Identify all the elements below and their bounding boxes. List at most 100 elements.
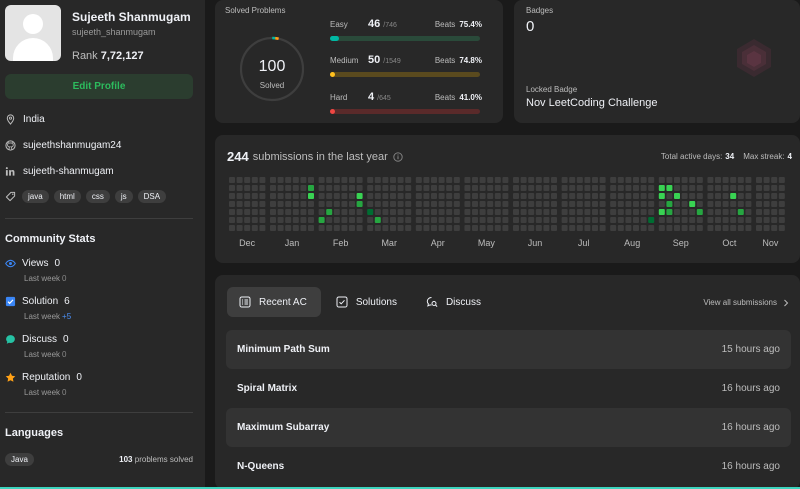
heatmap-cell [356, 193, 363, 199]
heatmap-cell [658, 225, 665, 231]
skill-tag[interactable]: java [22, 190, 49, 203]
heatmap-cell [300, 201, 307, 207]
heatmap-cell [730, 201, 737, 207]
heatmap-cell [229, 217, 235, 223]
chevron-right-icon [784, 299, 789, 306]
heatmap-cell [543, 225, 550, 231]
edit-profile-button[interactable]: Edit Profile [5, 74, 193, 99]
github-icon [5, 140, 16, 151]
heatmap-cell [737, 193, 744, 199]
problem-title[interactable]: Spiral Matrix [237, 383, 297, 394]
heatmap-cell [778, 217, 785, 223]
heatmap-cell [374, 217, 381, 223]
month-label: Aug [624, 238, 641, 248]
submission-time: 16 hours ago [721, 383, 780, 394]
stat-value: 0 [76, 372, 82, 383]
heatmap-cell [277, 209, 284, 215]
tab-recent-ac[interactable]: Recent AC [227, 287, 321, 317]
heatmap-cell [341, 209, 348, 215]
locked-badge-name[interactable]: Nov LeetCoding Challenge [526, 97, 657, 109]
github-row[interactable]: sujeethshanmugam24 [5, 139, 193, 152]
tab-label: Recent AC [259, 296, 307, 308]
language-tag[interactable]: Java [5, 453, 34, 466]
linkedin-row[interactable]: sujeeth-shanmugam [5, 165, 193, 178]
heatmap-cell [707, 185, 714, 191]
heatmap-cell [689, 225, 696, 231]
stat-value: 0 [54, 258, 61, 269]
heatmap-cell [535, 193, 542, 199]
heatmap-cell [397, 201, 404, 207]
heatmap-cell [464, 185, 471, 191]
heatmap-cell [292, 217, 299, 223]
submissions-header: 244 submissions in the last year [227, 149, 403, 164]
info-icon[interactable] [393, 151, 403, 162]
heatmap-cell [415, 193, 422, 199]
heatmap-cell [674, 185, 680, 191]
heatmap-cell [599, 177, 606, 183]
github-link[interactable]: sujeethshanmugam24 [23, 140, 121, 151]
skill-tag[interactable]: DSA [137, 190, 167, 203]
max-streak-label: Max streak: [743, 152, 785, 161]
tab-discuss[interactable]: Discuss [414, 287, 495, 317]
location-text: India [23, 114, 45, 125]
linkedin-link[interactable]: sujeeth-shanmugam [23, 166, 114, 177]
active-days-label: Total active days: [660, 152, 723, 161]
skill-tag[interactable]: html [53, 190, 81, 203]
list-item[interactable]: N-Queens 16 hours ago [226, 447, 791, 486]
list-item[interactable]: Spiral Matrix 16 hours ago [226, 369, 791, 408]
heatmap-cell [674, 225, 680, 231]
heatmap-cell [259, 225, 266, 231]
list-item[interactable]: Maximum Subarray 16 hours ago [226, 408, 791, 447]
heatmap-cell [633, 193, 639, 199]
view-all-submissions-link[interactable]: View all submissions [703, 298, 790, 307]
heatmap-cell [737, 201, 744, 207]
heatmap-cell [270, 193, 276, 199]
heatmap-cell [584, 201, 591, 207]
profile-header: Sujeeth Shanmugam sujeeth_shanmugam Rank… [5, 5, 193, 62]
list-item[interactable]: Minimum Path Sum 15 hours ago [226, 330, 791, 369]
heatmap-cell [446, 209, 453, 215]
heatmap-cell [326, 185, 333, 191]
heatmap-cell [502, 217, 509, 223]
active-days-value: 34 [725, 152, 735, 161]
heatmap-cell [715, 177, 721, 183]
tag-icon [5, 191, 16, 202]
heatmap-cell [584, 225, 591, 231]
beats-label: Beats [434, 56, 456, 65]
heatmap-cell [592, 201, 598, 207]
month-label: Mar [381, 238, 397, 248]
profile-links: India sujeethshanmugam24 sujeeth-shanmug… [5, 113, 193, 203]
locked-badge-icon[interactable] [732, 36, 776, 80]
heatmap-cell [382, 185, 389, 191]
tab-solutions[interactable]: Solutions [324, 287, 411, 317]
avatar[interactable] [5, 5, 61, 61]
heatmap-cell [756, 193, 762, 199]
problem-title[interactable]: Minimum Path Sum [237, 344, 330, 355]
heatmap-cell [251, 217, 258, 223]
heatmap-cell [438, 193, 445, 199]
chat-icon [6, 335, 15, 344]
heatmap-cell [551, 209, 557, 215]
heatmap-cell [737, 217, 744, 223]
skill-tag[interactable]: css [85, 190, 110, 203]
heatmap-cell [599, 193, 606, 199]
heatmap-cell [730, 177, 737, 183]
heatmap-cell [446, 177, 453, 183]
heatmap-cell [689, 217, 696, 223]
skill-tag[interactable]: js [114, 190, 133, 203]
problem-title[interactable]: Maximum Subarray [237, 422, 329, 433]
locked-badge-label: Locked Badge [526, 85, 578, 94]
heatmap-cell [756, 185, 762, 191]
heatmap-cell [763, 209, 770, 215]
heatmap-cell [405, 193, 412, 199]
heatmap-cell [374, 225, 381, 231]
heatmap-cell [487, 193, 494, 199]
heatmap-cell [285, 225, 292, 231]
month-label: May [477, 238, 495, 248]
problem-title[interactable]: N-Queens [237, 461, 284, 472]
heatmap-cell [696, 201, 703, 207]
stat-sub-value: 0 [62, 350, 67, 359]
heatmap-cell [367, 177, 374, 183]
heatmap-cell [405, 185, 412, 191]
location-row: India [5, 113, 193, 126]
